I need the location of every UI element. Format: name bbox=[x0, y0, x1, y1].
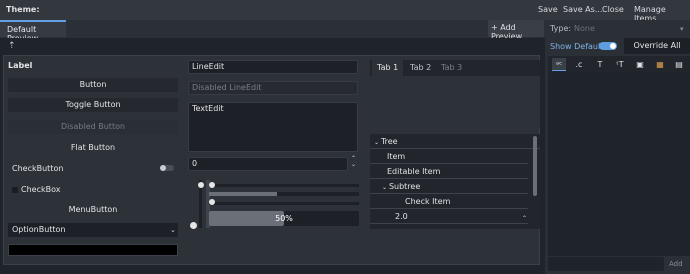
tree-check-item[interactable]: Check Item bbox=[370, 194, 528, 209]
color-icon[interactable]: ᵃᶜ bbox=[552, 58, 566, 71]
tab-3[interactable]: Tab 3 bbox=[436, 60, 468, 76]
chevron-down-icon[interactable]: ▾ bbox=[680, 25, 684, 33]
hscrollbar-grabber[interactable] bbox=[209, 192, 277, 196]
close-button[interactable]: Close bbox=[602, 5, 624, 14]
tab-panel bbox=[370, 76, 540, 128]
theme-title: Theme: bbox=[6, 5, 40, 14]
tree-scrollbar[interactable] bbox=[533, 136, 537, 196]
save-as-button[interactable]: Save As... bbox=[563, 5, 602, 14]
checkbox-icon[interactable] bbox=[12, 187, 18, 193]
font-size-icon[interactable]: ᵗT bbox=[613, 58, 627, 71]
constant-icon[interactable]: .c bbox=[572, 58, 586, 71]
tab-1[interactable]: Tab 1 bbox=[372, 60, 404, 76]
flat-button[interactable]: Flat Button bbox=[8, 141, 178, 155]
option-button-label: OptionButton bbox=[12, 225, 66, 234]
check-button[interactable]: CheckButton bbox=[12, 164, 63, 173]
progress-label: 50% bbox=[275, 214, 293, 223]
vslider-knob[interactable] bbox=[198, 182, 204, 188]
save-button[interactable]: Save bbox=[538, 5, 558, 14]
tree-subtree[interactable]: ⌄ Subtree bbox=[370, 179, 528, 194]
chevron-up-icon[interactable]: ⌃ bbox=[522, 215, 527, 222]
vslider-knob-2[interactable] bbox=[190, 222, 197, 229]
toggle-knob bbox=[610, 43, 616, 49]
font-icon[interactable]: T bbox=[593, 58, 607, 71]
tree-range-item[interactable]: 2.0 bbox=[370, 209, 528, 224]
button[interactable]: Button bbox=[8, 78, 178, 92]
menu-button[interactable]: MenuButton bbox=[8, 203, 178, 217]
toggle-knob bbox=[160, 165, 166, 171]
hslider-knob[interactable] bbox=[209, 182, 215, 188]
spin-box[interactable]: 0 bbox=[188, 157, 348, 171]
hslider-track[interactable] bbox=[209, 184, 359, 187]
add-item-input[interactable] bbox=[548, 257, 664, 271]
stylebox-icon[interactable]: ▦ bbox=[653, 58, 667, 71]
tab-2[interactable]: Tab 2 bbox=[405, 60, 437, 76]
chevron-down-icon: ⌄ bbox=[170, 226, 176, 234]
label-text: Label bbox=[8, 61, 33, 70]
type-select[interactable]: None bbox=[574, 24, 595, 33]
line-edit[interactable]: LineEdit bbox=[188, 60, 358, 74]
option-button[interactable]: OptionButton bbox=[8, 223, 178, 237]
type-variation-icon[interactable]: ▤ bbox=[672, 58, 686, 71]
show-default-label: Show Default bbox=[550, 42, 604, 51]
disabled-button: Disabled Button bbox=[8, 120, 178, 134]
icon-icon[interactable]: ▣ bbox=[633, 58, 647, 71]
hslider-2-track[interactable] bbox=[209, 202, 359, 205]
color-picker-button[interactable] bbox=[8, 244, 178, 256]
tree-root[interactable]: ⌄ Tree bbox=[370, 134, 540, 149]
tree-view: ⌄ Tree Item Editable Item ⌄ Subtree Chec… bbox=[370, 134, 540, 229]
items-list bbox=[548, 73, 690, 256]
add-preview-button[interactable]: + Add Preview bbox=[488, 20, 544, 41]
tree-item[interactable]: Item bbox=[370, 149, 528, 164]
toggle-button[interactable]: Toggle Button bbox=[8, 98, 178, 112]
disabled-line-edit: Disabled LineEdit bbox=[188, 81, 358, 95]
tree-editable-item[interactable]: Editable Item bbox=[370, 164, 528, 179]
tab-default-preview[interactable]: Default Preview bbox=[0, 20, 66, 43]
add-button[interactable]: Add bbox=[669, 260, 683, 268]
override-all-button[interactable]: Override All bbox=[624, 38, 690, 54]
hslider-2-knob[interactable] bbox=[209, 199, 215, 205]
check-box[interactable]: CheckBox bbox=[21, 185, 60, 194]
type-label: Type: bbox=[550, 24, 572, 33]
text-edit[interactable]: TextEdit bbox=[188, 102, 358, 152]
spin-arrows-icon[interactable]: ⌃ ⌄ bbox=[351, 156, 356, 168]
picker-icon[interactable]: ⇡ bbox=[8, 41, 16, 51]
